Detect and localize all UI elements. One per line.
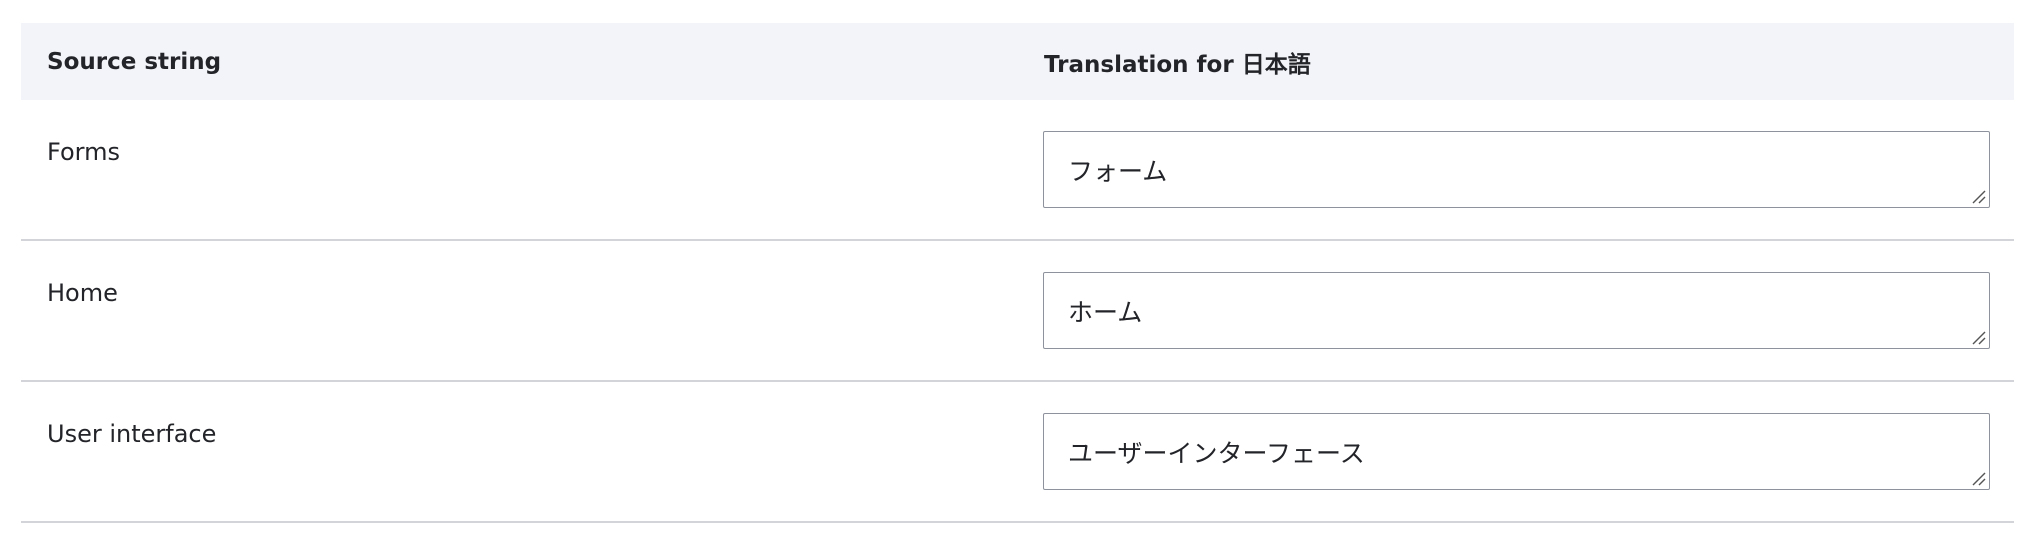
translation-cell: フォーム [1019, 100, 2014, 239]
translation-field-wrapper: ホーム [1043, 272, 1990, 349]
translation-field-wrapper: フォーム [1043, 131, 1990, 208]
table-row: User interface ユーザーインターフェース [21, 382, 2014, 523]
source-string: Forms [47, 138, 120, 166]
translation-textarea[interactable]: フォーム [1043, 131, 1990, 208]
translation-cell: ホーム [1019, 241, 2014, 380]
table-row: Forms フォーム [21, 100, 2014, 241]
column-header-source: Source string [47, 48, 222, 75]
translation-textarea[interactable]: ホーム [1043, 272, 1990, 349]
resize-handle-icon[interactable] [1972, 190, 1986, 204]
translation-cell: ユーザーインターフェース [1019, 382, 2014, 521]
resize-handle-icon[interactable] [1972, 472, 1986, 486]
translation-textarea[interactable]: ユーザーインターフェース [1043, 413, 1990, 490]
source-string: Home [47, 279, 118, 307]
column-header-translation: Translation for 日本語 [1044, 51, 1311, 78]
resize-handle-icon[interactable] [1972, 331, 1986, 345]
translation-field-wrapper: ユーザーインターフェース [1043, 413, 1990, 490]
source-string: User interface [47, 420, 217, 448]
table-header: Source string Translation for 日本語 [21, 23, 2014, 100]
table-row: Home ホーム [21, 241, 2014, 382]
translation-table: Source string Translation for 日本語 Forms … [21, 23, 2014, 523]
